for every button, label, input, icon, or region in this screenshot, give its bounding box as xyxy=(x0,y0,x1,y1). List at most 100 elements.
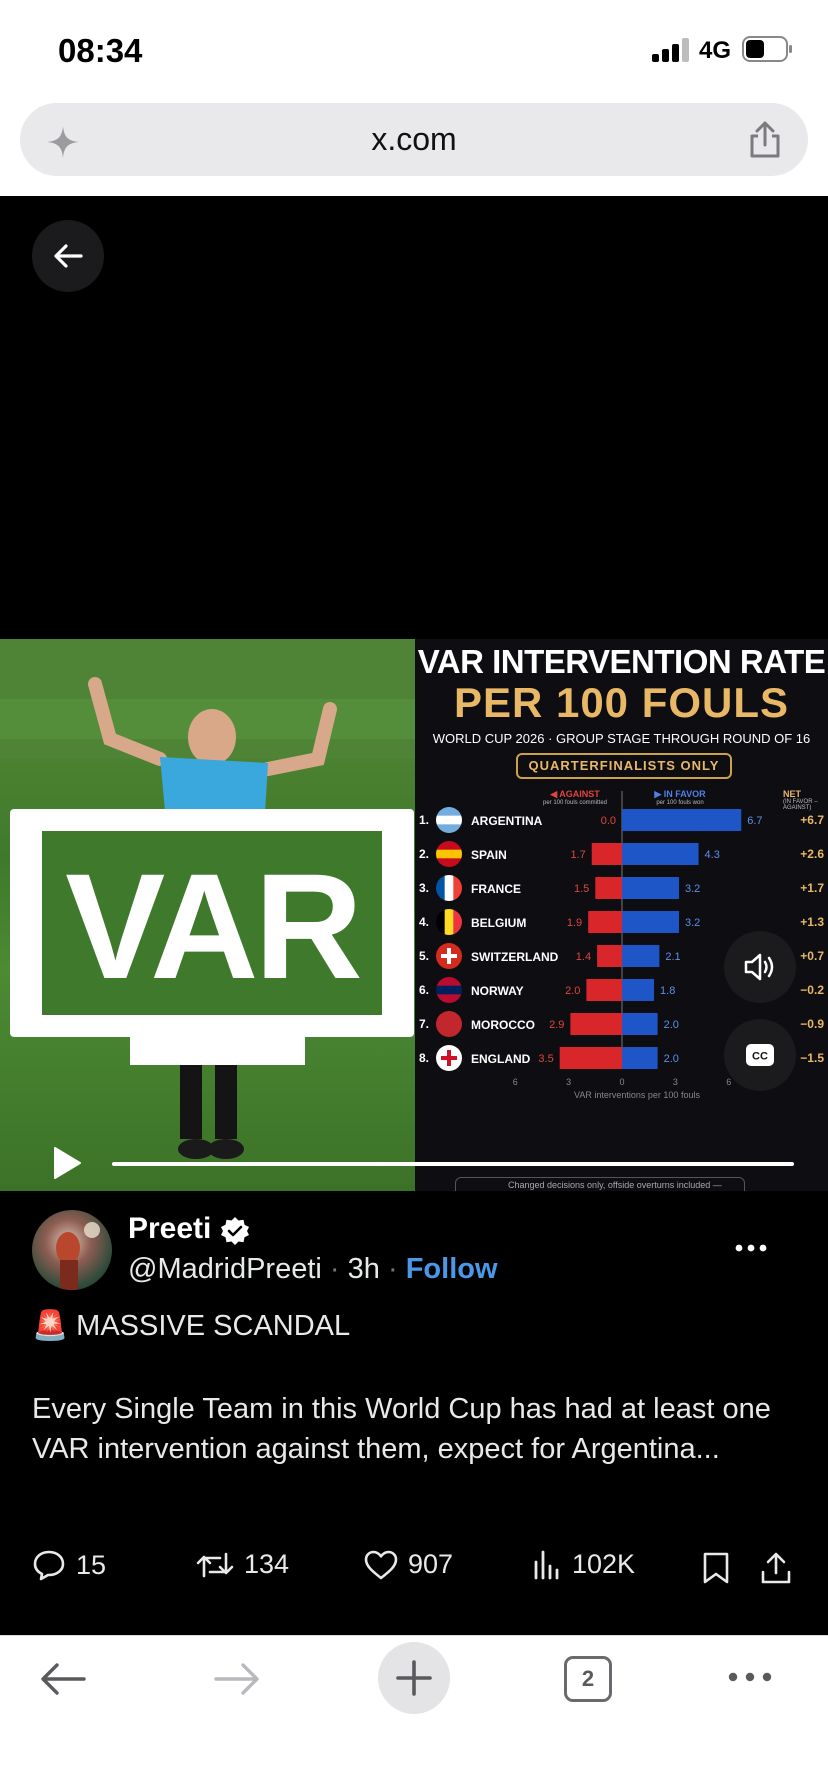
browser-forward-icon[interactable] xyxy=(214,1662,260,1696)
tweet: Preeti @MadridPreeti · 3h · Follow 🚨 MAS… xyxy=(0,1191,828,1635)
share-icon[interactable] xyxy=(748,121,782,159)
x-tick-label: 3 xyxy=(566,1077,571,1087)
favor-bar xyxy=(622,1013,658,1035)
follow-button[interactable]: Follow xyxy=(406,1253,498,1285)
favor-bar xyxy=(622,979,655,1001)
net-value: −1.5 xyxy=(800,1051,824,1065)
favor-value: 4.3 xyxy=(705,849,720,861)
favor-value: 3.2 xyxy=(685,917,700,929)
net-value: +6.7 xyxy=(800,813,824,827)
argentina-flag-icon xyxy=(436,807,462,833)
rank-label: 4. xyxy=(419,915,429,929)
video-frame[interactable]: VAR VAR INTERVENTION RATE PER 100 FOULS … xyxy=(0,639,828,1191)
reply-icon xyxy=(33,1550,65,1581)
var-sign: VAR xyxy=(10,809,414,1037)
svg-text:CC: CC xyxy=(752,1051,768,1063)
team-label: NORWAY xyxy=(471,984,524,998)
rank-label: 1. xyxy=(419,813,429,827)
rank-label: 2. xyxy=(419,847,429,861)
norway-flag-icon xyxy=(436,977,462,1003)
against-bar xyxy=(586,979,622,1001)
like-count: 907 xyxy=(408,1549,454,1579)
author-handle[interactable]: @MadridPreeti xyxy=(128,1253,322,1285)
favor-bar xyxy=(622,1047,658,1069)
against-value: 2.9 xyxy=(549,1019,564,1031)
against-bar xyxy=(595,877,622,899)
x-tick-label: 3 xyxy=(673,1077,678,1087)
against-bar xyxy=(588,911,622,933)
url-text[interactable]: x.com xyxy=(20,121,808,158)
x-tick-label: 6 xyxy=(513,1077,518,1087)
views-button[interactable]: 102K xyxy=(532,1549,635,1580)
england-flag-icon xyxy=(436,1045,462,1071)
play-button[interactable] xyxy=(52,1146,82,1180)
back-button[interactable] xyxy=(32,220,104,292)
tweet-time[interactable]: 3h xyxy=(348,1253,380,1285)
tweet-headline: 🚨 MASSIVE SCANDAL xyxy=(32,1310,351,1342)
team-label: BELGIUM xyxy=(471,916,526,930)
belgium-flag-icon xyxy=(436,909,462,935)
net-value: +2.6 xyxy=(800,847,824,861)
author-meta: @MadridPreeti · 3h · Follow xyxy=(128,1253,498,1285)
net-value: +1.3 xyxy=(800,915,824,929)
net-value: +1.7 xyxy=(800,881,824,895)
status-time: 08:34 xyxy=(58,32,143,69)
reply-button[interactable]: 15 xyxy=(32,1549,106,1581)
team-label: FRANCE xyxy=(471,882,521,896)
like-button[interactable]: 907 xyxy=(364,1549,453,1580)
analytics-icon xyxy=(534,1550,559,1579)
signal-icon xyxy=(652,38,689,62)
tweet-actions: 15 134 907 102K xyxy=(0,1539,828,1599)
address-bar[interactable]: x.com xyxy=(20,103,808,176)
menu-dots-icon[interactable] xyxy=(726,1670,774,1684)
heart-icon xyxy=(364,1550,398,1579)
against-value: 1.9 xyxy=(567,917,582,929)
repost-count: 134 xyxy=(244,1549,290,1579)
video-player[interactable]: VAR VAR INTERVENTION RATE PER 100 FOULS … xyxy=(0,196,828,1191)
switzerland-flag-icon xyxy=(436,943,462,969)
against-value: 1.7 xyxy=(570,849,585,861)
reply-count: 15 xyxy=(76,1549,107,1580)
against-value: 0.0 xyxy=(601,815,616,827)
var-label: VAR xyxy=(65,842,363,1010)
favor-value: 2.0 xyxy=(664,1019,679,1031)
video-progress-bar[interactable] xyxy=(112,1162,794,1166)
rank-label: 3. xyxy=(419,881,429,895)
x-axis-label: VAR interventions per 100 fouls xyxy=(574,1090,700,1100)
chart-plot: 1. ARGENTINA 0.0 6.7 +6.72. SPAIN 1.7 4.3 +2.63.… xyxy=(419,791,824,1100)
cc-icon: CC xyxy=(746,1044,774,1066)
share-post-icon[interactable] xyxy=(760,1551,792,1585)
browser-back-icon[interactable] xyxy=(40,1662,86,1696)
net-value: −0.9 xyxy=(800,1017,824,1031)
repost-button[interactable]: 134 xyxy=(196,1549,289,1580)
chart-footnote: Changed decisions only, offside overturn… xyxy=(508,1180,722,1190)
x-tick-label: 0 xyxy=(619,1077,624,1087)
tabs-button[interactable]: 2 xyxy=(564,1656,612,1702)
france-flag-icon xyxy=(436,875,462,901)
rank-label: 8. xyxy=(419,1051,429,1065)
favor-value: 1.8 xyxy=(660,985,675,997)
battery-icon xyxy=(742,36,792,62)
repost-icon xyxy=(196,1552,234,1577)
favor-bar xyxy=(622,877,679,899)
arrow-left-icon xyxy=(54,244,83,268)
avatar[interactable] xyxy=(32,1210,112,1290)
captions-button[interactable]: CC xyxy=(724,1019,796,1091)
speaker-icon xyxy=(744,953,774,981)
siren-emoji: 🚨 xyxy=(32,1310,69,1342)
spain-flag-icon xyxy=(436,841,462,867)
more-options-icon[interactable] xyxy=(733,1241,769,1255)
favor-value: 6.7 xyxy=(747,815,762,827)
status-bar: 08:34 4G xyxy=(0,0,828,98)
tweet-body: Every Single Team in this World Cup has … xyxy=(32,1393,771,1465)
bookmark-icon[interactable] xyxy=(702,1551,730,1585)
against-value: 1.5 xyxy=(574,883,589,895)
footnote-box: Changed decisions only, offside overturn… xyxy=(455,1177,745,1191)
new-tab-button[interactable] xyxy=(378,1642,450,1714)
var-sign-stand xyxy=(130,1037,305,1065)
var-chart: VAR INTERVENTION RATE PER 100 FOULS WORL… xyxy=(415,639,828,1191)
author-name[interactable]: Preeti xyxy=(128,1212,211,1246)
volume-button[interactable] xyxy=(724,931,796,1003)
favor-bar xyxy=(622,945,660,967)
network-type: 4G xyxy=(699,37,732,64)
